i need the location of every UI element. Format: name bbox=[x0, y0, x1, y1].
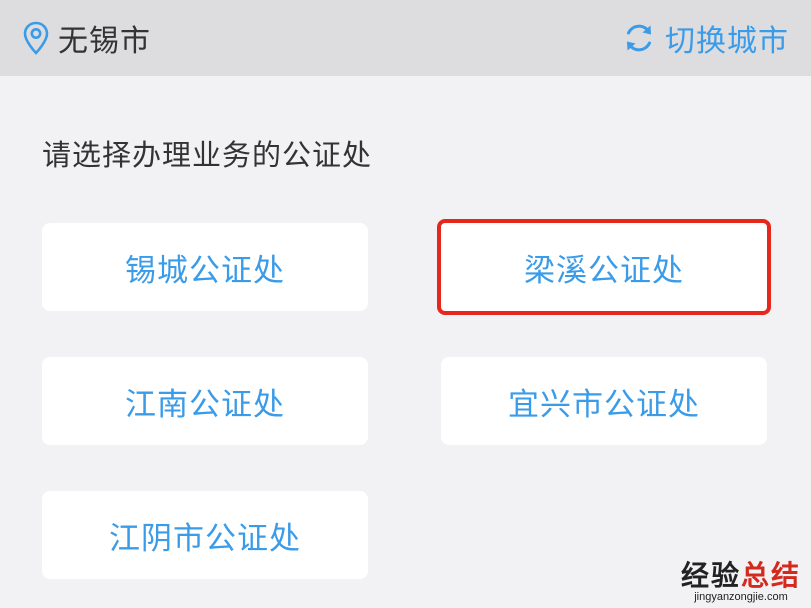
refresh-icon bbox=[621, 20, 657, 56]
office-xicheng-button[interactable]: 锡城公证处 bbox=[42, 223, 368, 311]
watermark-logo: 经验总结 bbox=[680, 559, 801, 592]
location-pin-icon bbox=[22, 20, 50, 56]
office-jiangnan-button[interactable]: 江南公证处 bbox=[42, 357, 368, 445]
current-city[interactable]: 无锡市 bbox=[22, 0, 151, 76]
office-jiangyin-button[interactable]: 江阴市公证处 bbox=[42, 491, 368, 579]
top-bar: 无锡市 切换城市 bbox=[0, 0, 811, 76]
watermark-url: jingyanzongjie.com bbox=[694, 591, 788, 603]
page-prompt: 请选择办理业务的公证处 bbox=[42, 138, 373, 172]
office-liangxi-button[interactable]: 梁溪公证处 bbox=[437, 219, 771, 315]
watermark: 经验总结 jingyanzongjie.com bbox=[681, 561, 801, 604]
city-name: 无锡市 bbox=[58, 24, 151, 59]
switch-city-button[interactable]: 切换城市 bbox=[621, 0, 789, 76]
switch-city-label: 切换城市 bbox=[665, 24, 789, 59]
office-yixing-button[interactable]: 宜兴市公证处 bbox=[441, 357, 767, 445]
